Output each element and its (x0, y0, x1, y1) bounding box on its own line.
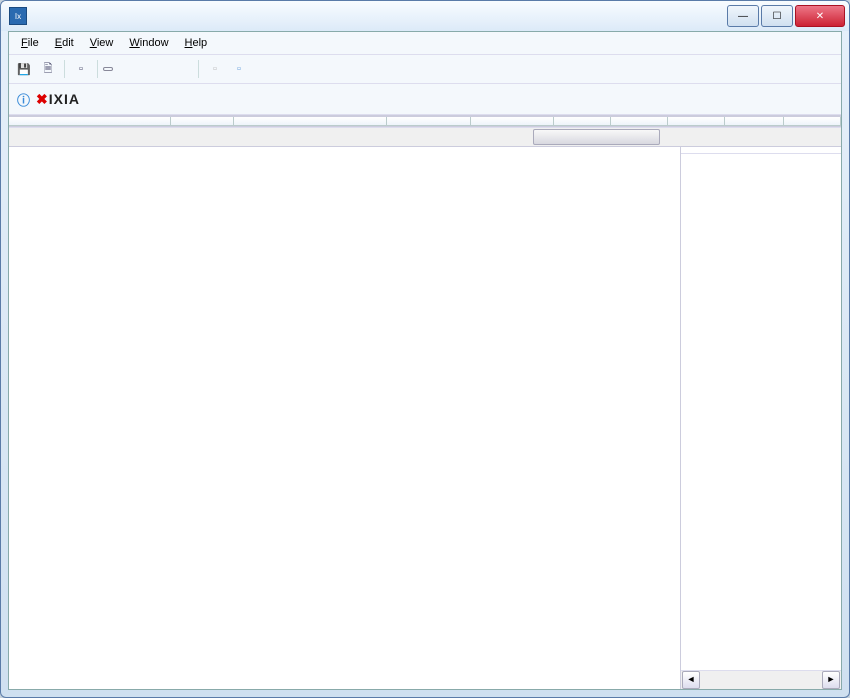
col-header-minimum[interactable] (611, 117, 668, 125)
print-icon[interactable]: 🗎 (37, 58, 59, 80)
col-header-run-status[interactable] (234, 117, 387, 125)
scroll-left-icon[interactable]: ◄ (682, 671, 700, 689)
client-area: File Edit View Window Help 💾 🗎 ▫ ▫ ▫ (8, 31, 842, 690)
toolbar-icon-a[interactable]: ▫ (204, 58, 226, 80)
col-header-confidence-interval[interactable] (471, 117, 555, 125)
maximize-button[interactable]: ☐ (761, 5, 793, 27)
app-window: Ix — ☐ ✕ File Edit View Window Help 💾 🗎 … (0, 0, 850, 698)
col-header-pair-group[interactable] (171, 117, 234, 125)
col-header-blank[interactable] (9, 117, 171, 125)
col-header-timing-records[interactable] (387, 117, 471, 125)
bottom-split: ◄ ► (9, 146, 841, 689)
minimize-button[interactable]: — (727, 5, 759, 27)
toolbar-separator (97, 60, 98, 78)
save-icon[interactable]: 💾 (13, 58, 35, 80)
window-buttons: — ☐ ✕ (725, 5, 845, 27)
menu-help[interactable]: Help (177, 34, 216, 52)
toolbar: 💾 🗎 ▫ ▫ ▫ (9, 55, 841, 84)
scrollbar-thumb[interactable] (533, 129, 660, 145)
unknown-toolbar-icon[interactable]: ▫ (70, 58, 92, 80)
close-button[interactable]: ✕ (795, 5, 845, 27)
chart-pane (9, 147, 680, 689)
brand-bar: ⓘ ✖IXIA (9, 84, 841, 115)
scroll-right-icon[interactable]: ► (822, 671, 840, 689)
info-icon[interactable]: ⓘ (17, 90, 30, 109)
results-grid (9, 117, 841, 127)
toolbar-separator (64, 60, 65, 78)
grid-header (9, 117, 841, 126)
grid-horizontal-scrollbar[interactable] (9, 127, 841, 146)
menu-edit[interactable]: Edit (47, 34, 82, 52)
ixia-logo: ✖IXIA (36, 91, 80, 108)
menu-view[interactable]: View (82, 34, 122, 52)
titlebar: Ix — ☐ ✕ (1, 1, 849, 31)
legend-pane: ◄ ► (680, 147, 841, 689)
col-header-average[interactable] (554, 117, 611, 125)
col-header-measured-time[interactable] (725, 117, 784, 125)
col-header-maximum[interactable] (668, 117, 725, 125)
col-header-relative-precision[interactable] (784, 117, 841, 125)
legend-title (681, 147, 841, 154)
menu-file[interactable]: File (13, 34, 47, 52)
filter-all-button[interactable] (103, 67, 113, 71)
toolbar-icon-b[interactable]: ▫ (228, 58, 250, 80)
toolbar-separator (198, 60, 199, 78)
menubar: File Edit View Window Help (9, 32, 841, 55)
legend-horizontal-scrollbar[interactable]: ◄ ► (681, 670, 841, 689)
app-icon: Ix (9, 7, 27, 25)
menu-window[interactable]: Window (121, 34, 176, 52)
throughput-chart (15, 157, 655, 447)
